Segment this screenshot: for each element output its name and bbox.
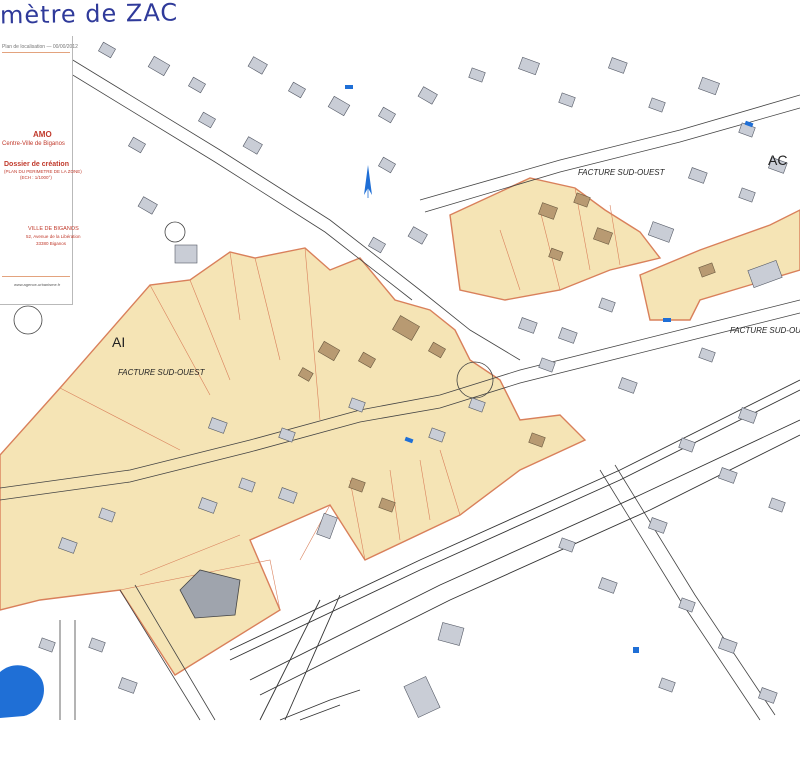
legend-rule (2, 52, 70, 53)
legend-website: www.agence-urbanisme.fr (14, 282, 61, 287)
section-label-ac: AC (768, 152, 788, 168)
section-label-ai: AI (112, 334, 126, 350)
legend-amo: AMO (33, 130, 52, 139)
legend-postcode: 33380 Biganos (36, 241, 67, 246)
title-block: Plan de localisation — 00/00/2012 AMO Ce… (0, 36, 82, 305)
road-label-north: FACTURE SUD-OUEST (578, 168, 665, 177)
legend-project: Centre-Ville de Biganos (2, 141, 65, 147)
legend-dossier: Dossier de création (4, 161, 69, 168)
legend-header-line: Plan de localisation — 00/00/2012 (2, 44, 78, 50)
cadastral-map (0, 0, 800, 757)
legend-scale: (ECH : 1/1000°) (20, 175, 52, 180)
legend-rule-bottom (2, 276, 70, 277)
road-label-west: FACTURE SUD-OUEST (118, 368, 205, 377)
legend-dossier-sub: (PLAN DU PERIMETRE DE LA ZONE) (4, 169, 82, 174)
handwritten-title: mètre de ZAC (0, 0, 179, 30)
legend-client: VILLE DE BIGANOS (28, 226, 79, 232)
road-label-east: FACTURE SUD-OUEST (730, 326, 800, 335)
legend-address: 52, Avenue de la Libération (26, 234, 81, 239)
